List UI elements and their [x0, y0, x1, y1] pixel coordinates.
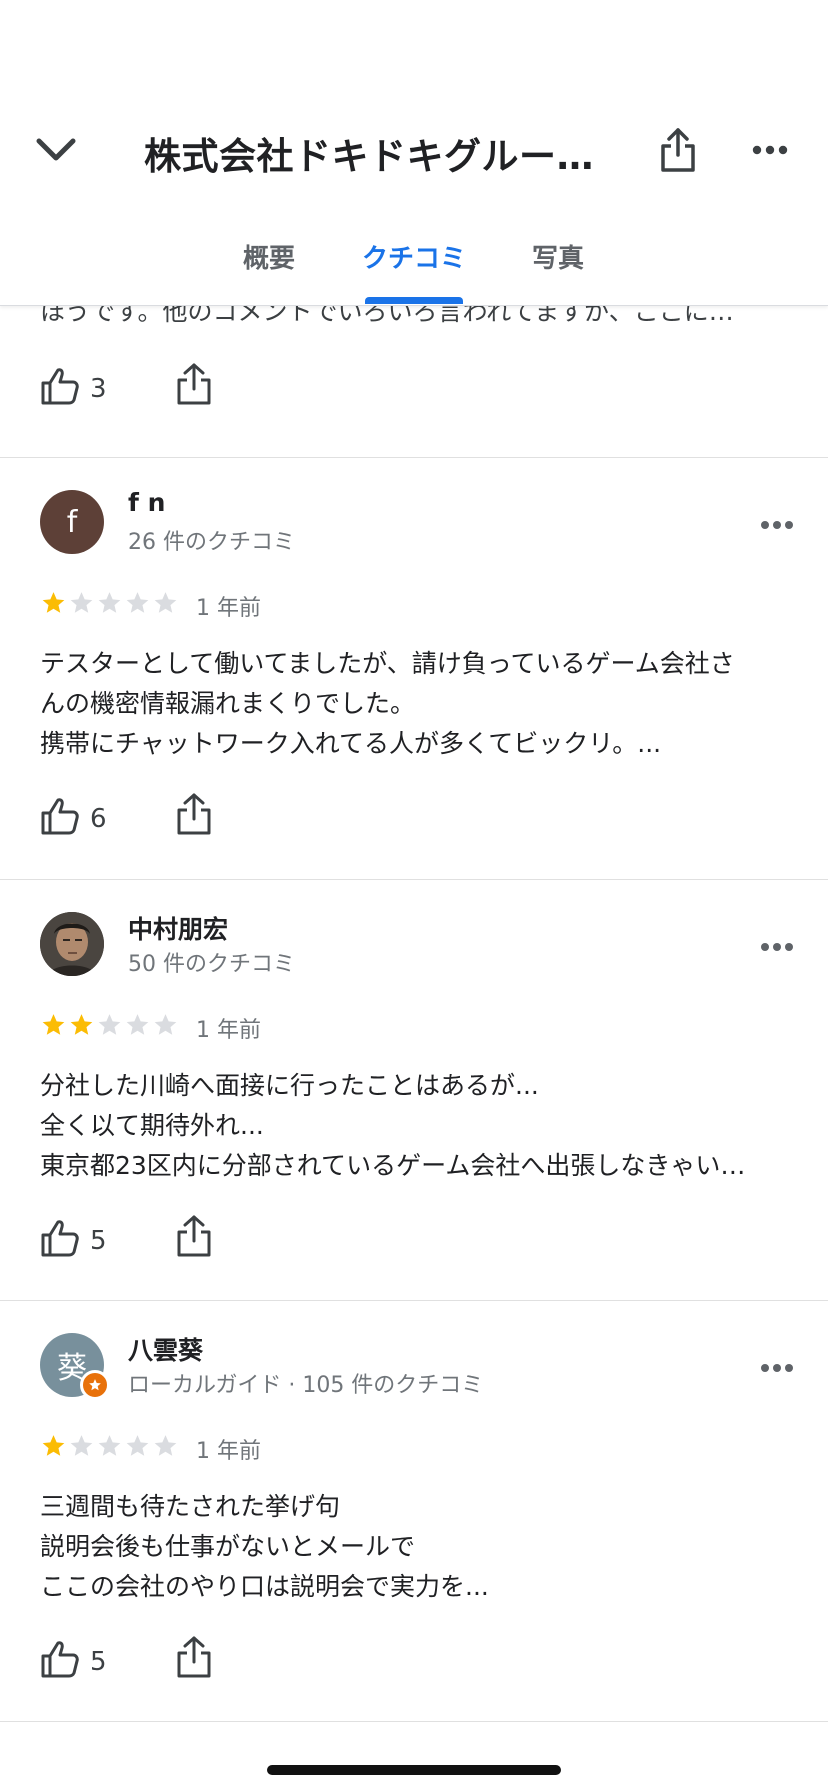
star-filled-icon	[42, 1014, 65, 1035]
review-text-line: 東京都23区内に分部されているゲーム会社へ出張しなきゃい…	[40, 1151, 746, 1180]
tab-photos[interactable]: 写真	[532, 238, 584, 275]
person-photo-icon	[40, 912, 104, 976]
star-empty-icon	[154, 1435, 177, 1456]
share-icon[interactable]	[174, 362, 214, 406]
avatar[interactable]	[40, 912, 104, 976]
star-empty-icon	[98, 1014, 121, 1035]
share-icon[interactable]	[174, 792, 214, 836]
review-card: 葵 八雲葵 ローカルガイド · 105 件のクチコミ 1 年前 三週間も待たされ…	[0, 1301, 828, 1721]
review-text[interactable]: 分社した川崎へ面接に行ったことはあるが... 全く以て期待外れ... 東京都23…	[40, 1066, 790, 1186]
review-text[interactable]: テスターとして働いてましたが、請け負っているゲーム会社さ んの機密情報漏れまくり…	[40, 644, 790, 764]
star-empty-icon	[126, 1014, 149, 1035]
thumbs-up-icon[interactable]	[40, 1218, 80, 1258]
star-empty-icon	[98, 592, 121, 613]
review-date: 1 年前	[196, 1018, 261, 1043]
divider	[0, 1721, 828, 1722]
more-horizontal-icon[interactable]	[760, 1361, 794, 1375]
more-horizontal-icon[interactable]	[760, 518, 794, 532]
review-text[interactable]: 三週間も待たされた挙げ句 説明会後も仕事がないとメールで ここの会社のやり口は説…	[40, 1487, 790, 1607]
review-card: 中村朋宏 50 件のクチコミ 1 年前 分社した川崎へ面接に行ったことはあるが.…	[0, 880, 828, 1300]
review-actions: 3	[40, 363, 340, 416]
local-guide-badge	[80, 1370, 110, 1400]
reviewer-name[interactable]: f n	[128, 488, 165, 517]
share-icon	[661, 128, 695, 172]
reviewer-meta: ローカルガイド · 105 件のクチコミ	[128, 1373, 484, 1398]
thumbs-up-icon[interactable]	[40, 796, 80, 836]
app-bar: 株式会社ドキドキグルー… 概要 クチコミ 写真	[0, 0, 828, 306]
star-empty-icon	[154, 592, 177, 613]
active-tab-indicator	[365, 297, 463, 304]
avatar-letter: f	[66, 504, 78, 540]
star-icon	[89, 1379, 101, 1391]
star-empty-icon	[126, 592, 149, 613]
like-count: 3	[90, 374, 107, 404]
review-text-line: んの機密情報漏れまくりでした。	[40, 689, 416, 718]
reviewer-name[interactable]: 八雲葵	[128, 1331, 203, 1367]
like-count: 5	[90, 1647, 107, 1677]
thumbs-up-icon[interactable]	[40, 366, 80, 406]
star-rating	[40, 590, 179, 616]
review-actions: 5	[40, 1636, 340, 1689]
chevron-down-icon	[36, 138, 76, 161]
star-empty-icon	[70, 592, 93, 613]
star-empty-icon	[70, 1435, 93, 1456]
review-text-line: 三週間も待たされた挙げ句	[40, 1492, 341, 1521]
share-button[interactable]	[650, 120, 706, 180]
star-rating	[40, 1012, 179, 1038]
review-text-line: テスターとして働いてましたが、請け負っているゲーム会社さ	[40, 649, 735, 678]
reviewer-name[interactable]: 中村朋宏	[128, 910, 228, 946]
review-actions: 6	[40, 793, 340, 846]
star-empty-icon	[126, 1435, 149, 1456]
star-empty-icon	[98, 1435, 121, 1456]
more-horizontal-icon	[752, 145, 788, 155]
share-icon[interactable]	[174, 1635, 214, 1679]
thumbs-up-icon[interactable]	[40, 1639, 80, 1679]
star-rating	[40, 1433, 179, 1459]
reviewer-meta: 50 件のクチコミ	[128, 952, 295, 977]
reviewer-meta: 26 件のクチコミ	[128, 530, 295, 555]
review-text-line: 携帯にチャットワーク入れてる人が多くてビックリ。...	[40, 729, 662, 758]
review-actions: 5	[40, 1215, 340, 1268]
more-options-button[interactable]	[745, 130, 795, 170]
review-text-line: 全く以て期待外れ...	[40, 1111, 264, 1140]
review-text-line: 説明会後も仕事がないとメールで	[40, 1532, 416, 1561]
star-filled-icon	[70, 1014, 93, 1035]
review-text-line: 分社した川崎へ面接に行ったことはあるが...	[40, 1071, 539, 1100]
back-button[interactable]	[28, 122, 84, 178]
place-title: 株式会社ドキドキグルー…	[144, 135, 594, 178]
share-icon[interactable]	[174, 1214, 214, 1258]
home-indicator	[267, 1765, 561, 1775]
star-empty-icon	[154, 1014, 177, 1035]
star-filled-icon	[42, 592, 65, 613]
review-text-line: ここの会社のやり口は説明会で実力を...	[40, 1572, 489, 1601]
tab-bar: 概要 クチコミ 写真	[0, 222, 828, 304]
avatar[interactable]: f	[40, 490, 104, 554]
like-count: 5	[90, 1226, 107, 1256]
review-card: f f n 26 件のクチコミ 1 年前 テスターとして働いてましたが、請け負っ…	[0, 458, 828, 878]
tab-reviews[interactable]: クチコミ	[362, 238, 466, 275]
tab-overview[interactable]: 概要	[243, 238, 295, 275]
star-filled-icon	[42, 1435, 65, 1456]
review-date: 1 年前	[196, 1439, 261, 1464]
more-horizontal-icon[interactable]	[760, 940, 794, 954]
review-date: 1 年前	[196, 596, 261, 621]
like-count: 6	[90, 804, 107, 834]
